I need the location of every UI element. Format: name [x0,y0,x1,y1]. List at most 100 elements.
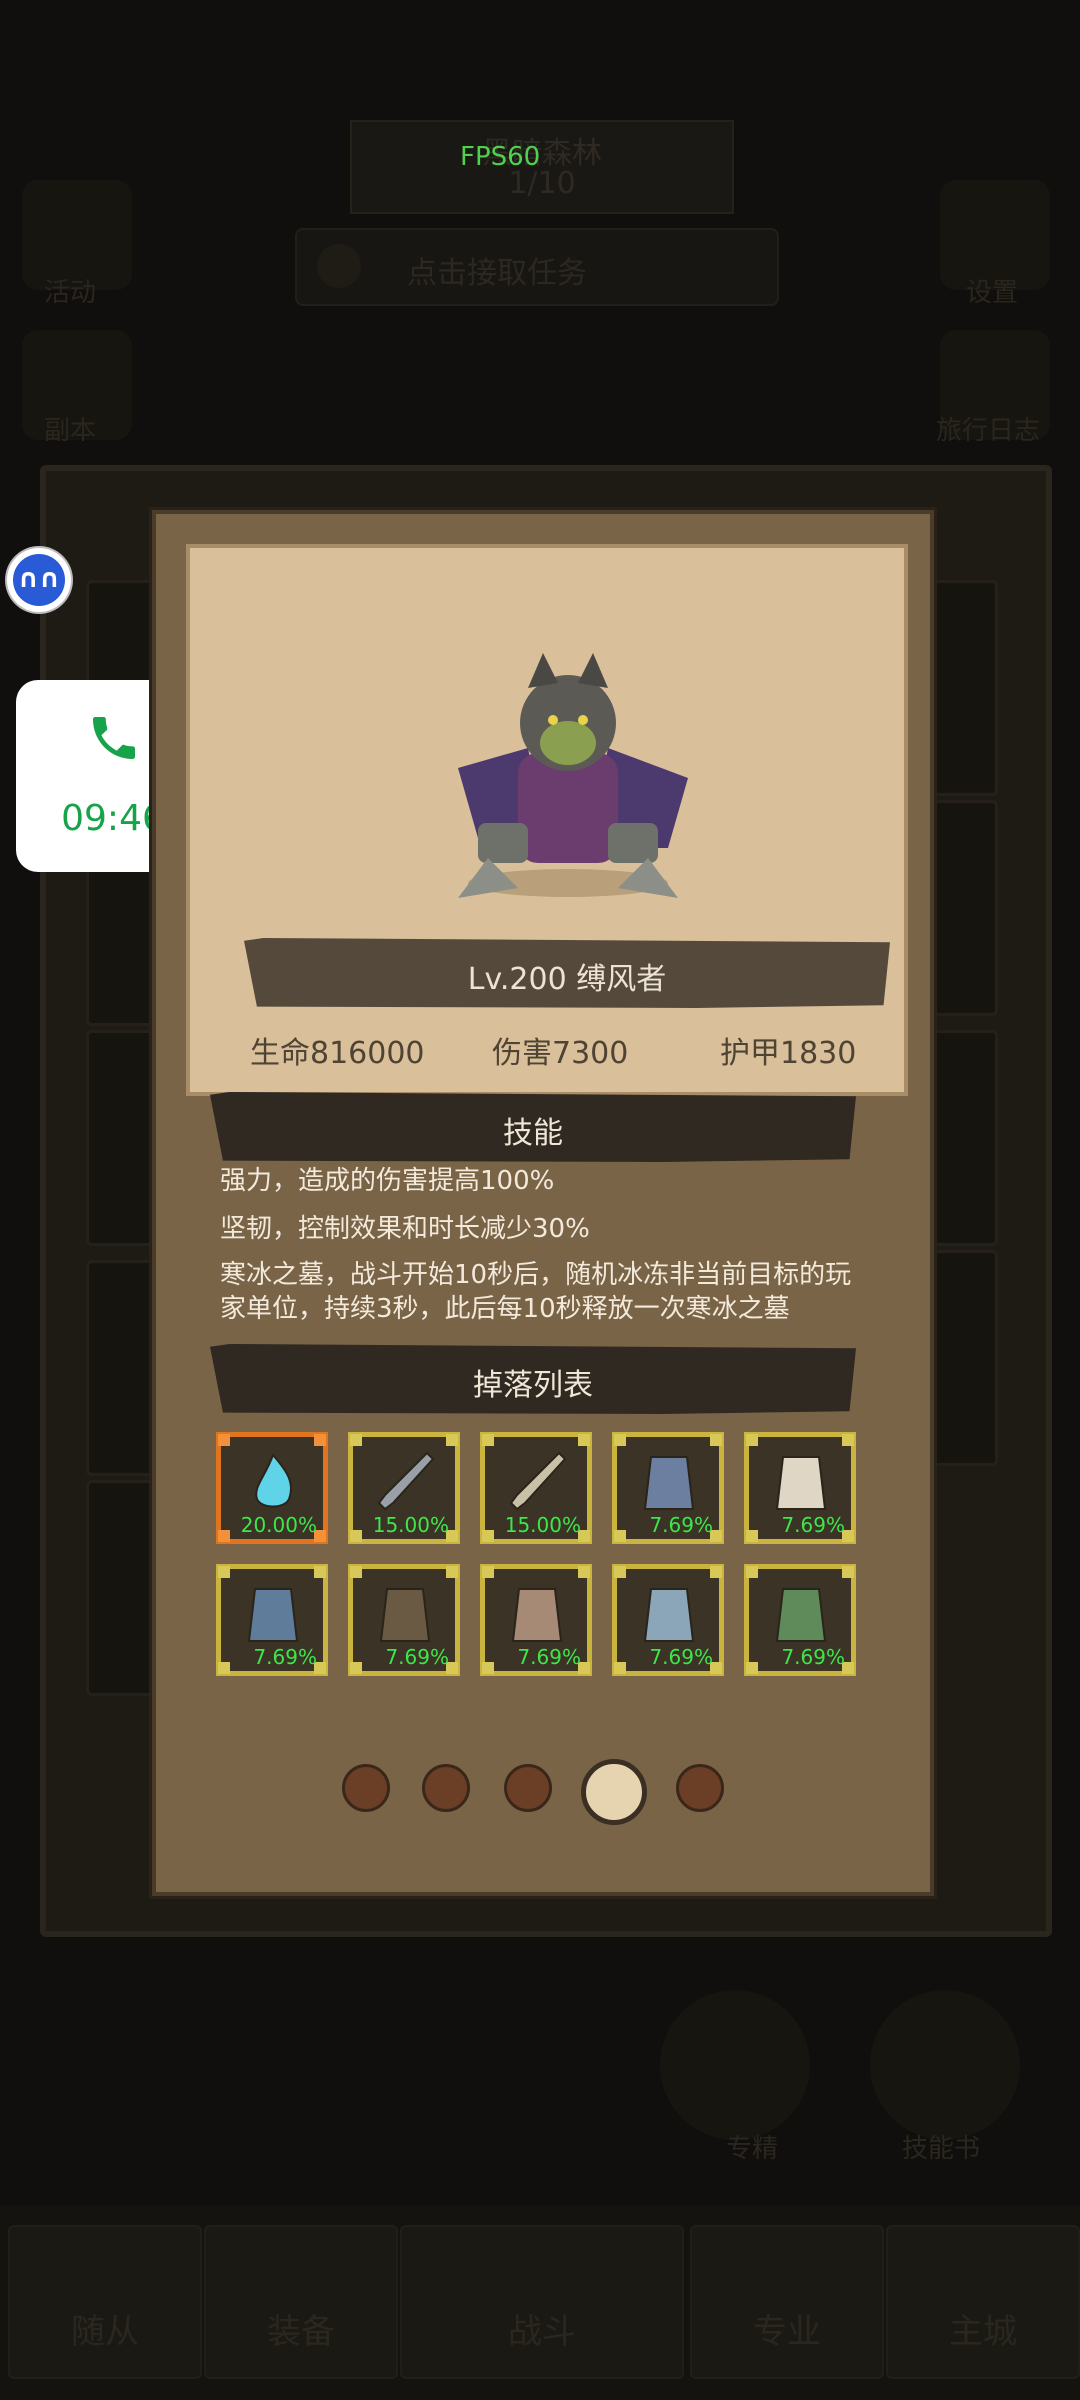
slot-corner [218,1434,230,1446]
slot-corner [350,1662,362,1674]
page-dot-active[interactable] [581,1759,647,1825]
drop-item-slot[interactable]: 15.00% [348,1432,460,1544]
stat-armor: 护甲1830 [720,1036,857,1071]
skill-book-icon [870,1990,1020,2140]
skill-item: 家单位，持续3秒，此后每10秒释放一次寒冰之墓 [220,1294,790,1324]
tab-main-city: 主城 [886,2225,1080,2379]
slot-corner [746,1530,758,1542]
skill-item: 强力，造成的伤害提高100% [220,1166,555,1196]
slot-corner [446,1434,458,1446]
slot-corner [218,1662,230,1674]
page-dot[interactable] [342,1764,390,1812]
skills-header: 技能 [503,1116,563,1151]
slot-corner [842,1434,854,1446]
drop-chance: 7.69% [781,1513,845,1537]
skill-item: 坚韧，控制效果和时长减少30% [220,1214,590,1244]
slot-corner [614,1530,626,1542]
tab-profession: 专业 [690,2225,884,2379]
fps-counter: FPS60 [460,142,541,172]
drop-item-slot[interactable]: 7.69% [744,1564,856,1676]
settings-label: 设置 [966,278,1019,308]
skill-book-label: 技能书 [902,2134,981,2164]
region-progress: 1/10 [508,166,576,201]
stat-damage: 伤害7300 [492,1036,629,1071]
slot-corner [218,1566,230,1578]
drop-chance: 7.69% [385,1645,449,1669]
slot-corner [350,1434,362,1446]
tab-battle: 战斗 [400,2225,684,2379]
region-title-box: 黑暗森林 1/10 [350,120,734,214]
phone-icon [93,717,135,759]
task-button: 点击接取任务 [295,228,779,306]
drop-chance: 15.00% [504,1513,581,1537]
page-dot[interactable] [504,1764,552,1812]
page-dot[interactable] [422,1764,470,1812]
slot-corner [218,1530,230,1542]
slot-corner [578,1566,590,1578]
drop-item-slot[interactable]: 7.69% [216,1564,328,1676]
slot-corner [746,1662,758,1674]
slot-corner [314,1434,326,1446]
drop-item-slot[interactable]: 7.69% [348,1564,460,1676]
tab-equipment: 装备 [204,2225,398,2379]
monster-info-modal: Lv.200 缚风者 生命816000 伤害7300 护甲1830 技能 强力，… [152,510,934,1896]
blue-robe-icon [247,1588,299,1642]
cloth-skirt-icon [511,1588,563,1642]
slot-corner [482,1566,494,1578]
drop-chance: 7.69% [649,1513,713,1537]
drop-item-slot[interactable]: 7.69% [744,1432,856,1544]
monster-name: Lv.200 缚风者 [467,962,667,997]
task-icon [317,244,361,288]
slot-corner [350,1566,362,1578]
stat-hp: 生命816000 [250,1036,425,1071]
slot-corner [614,1566,626,1578]
slot-corner [314,1566,326,1578]
dungeon-label: 副本 [44,416,97,446]
green-leggings-icon [775,1588,827,1642]
drop-chance: 15.00% [372,1513,449,1537]
slot-corner [842,1566,854,1578]
slot-corner [746,1566,758,1578]
drop-item-slot[interactable]: 20.00% [216,1432,328,1544]
tab-followers: 随从 [8,2225,202,2379]
slot-corner [614,1434,626,1446]
drops-header: 掉落列表 [473,1368,593,1403]
monster-stats: 生命816000 伤害7300 护甲1830 [220,1028,934,1088]
bottom-tab-bar: 随从 装备 战斗 专业 主城 [0,2205,1080,2400]
slot-corner [710,1566,722,1578]
monster-portrait [458,653,688,898]
travel-log-label: 旅行日志 [936,416,1041,446]
skill-item: 寒冰之墓，战斗开始10秒后，随机冰冻非当前目标的玩 [220,1260,852,1290]
blue-leggings-icon [643,1456,695,1510]
drop-item-slot[interactable]: 7.69% [612,1432,724,1544]
dagger-icon [377,1451,435,1511]
drop-chance: 7.69% [781,1645,845,1669]
monster-name-banner: Lv.200 缚风者 [244,938,890,1008]
floating-assistant-button[interactable]: ∩∩ [7,548,71,612]
skills-header-banner: 技能 [210,1092,856,1162]
slot-corner [482,1434,494,1446]
task-label: 点击接取任务 [407,256,587,291]
drop-chance: 20.00% [240,1513,317,1537]
drop-item-slot[interactable]: 15.00% [480,1432,592,1544]
slot-corner [746,1434,758,1446]
slot-corner [482,1530,494,1542]
drop-chance: 7.69% [253,1645,317,1669]
gold-plate-armor-icon [643,1588,695,1642]
drop-item-slot[interactable]: 7.69% [612,1564,724,1676]
slot-corner [578,1434,590,1446]
white-chest-armor-icon [775,1456,827,1510]
monster-portrait-frame: Lv.200 缚风者 生命816000 伤害7300 护甲1830 [186,544,908,1096]
drop-item-slot[interactable]: 7.69% [480,1564,592,1676]
slot-corner [482,1662,494,1674]
drops-header-banner: 掉落列表 [210,1344,856,1414]
drop-chance: 7.69% [649,1645,713,1669]
assistant-face-icon: ∩∩ [13,554,65,606]
activity-label: 活动 [44,278,97,308]
slot-corner [446,1566,458,1578]
page-dot[interactable] [676,1764,724,1812]
slot-corner [710,1434,722,1446]
slot-corner [350,1530,362,1542]
specialization-icon [660,1990,810,2140]
specialization-label: 专精 [726,2134,779,2164]
